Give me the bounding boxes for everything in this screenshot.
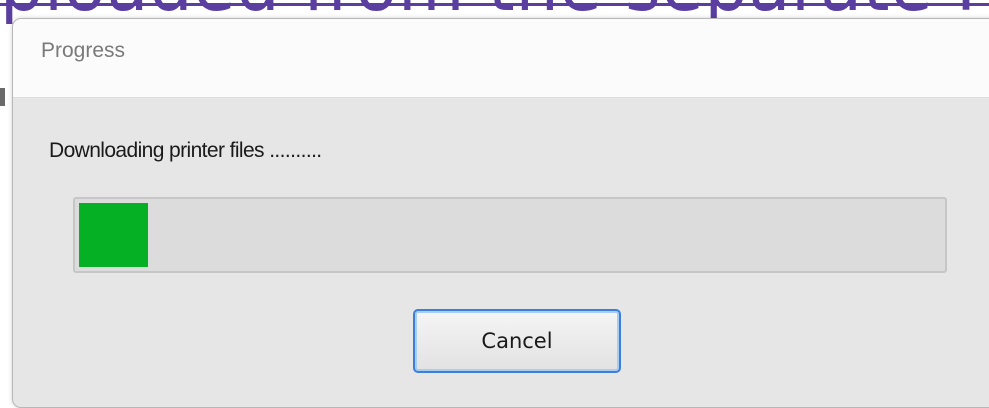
dialog-titlebar[interactable]: Progress <box>13 19 989 98</box>
background-fragment <box>0 88 5 106</box>
progress-dialog: Progress Downloading printer files .....… <box>12 18 989 408</box>
dialog-title: Progress <box>41 39 126 62</box>
progress-bar-fill <box>79 203 148 267</box>
cancel-button[interactable]: Cancel <box>413 309 621 373</box>
status-message: Downloading printer files .......... <box>49 139 322 162</box>
progress-bar <box>73 197 947 273</box>
